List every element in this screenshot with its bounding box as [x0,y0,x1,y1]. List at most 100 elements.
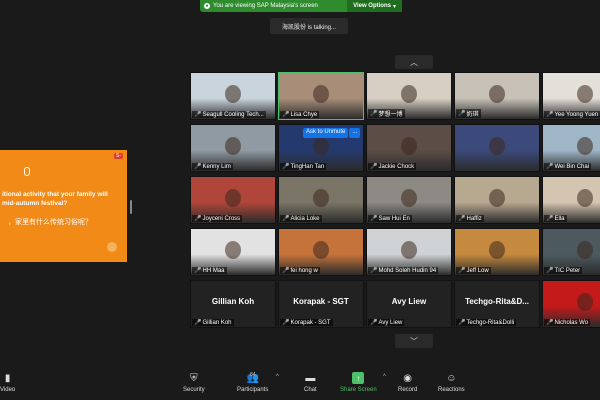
participant-silhouette [313,241,329,259]
shared-screen-view[interactable]: S- itional activity that your family wil… [0,150,127,262]
participant-tile[interactable]: Gillian Koh 🎤 Gillian Koh [190,280,276,328]
muted-mic-icon: 🎤 [546,216,554,222]
share-screen-icon: ↑ [352,372,365,384]
participant-name-label: 🎤 Haffiz [456,215,484,222]
participant-name-text: Jeff Low [466,267,489,274]
participant-name-label: 🎤 Nicholas Wo [544,319,591,326]
split-view-resize-handle[interactable] [130,200,132,214]
chat-button[interactable]: ▬ Chat [304,372,317,394]
participant-name-text: Ella [554,215,565,222]
participant-silhouette [401,189,417,207]
participant-tile[interactable] [454,124,540,172]
muted-mic-icon: 🎤 [282,164,290,170]
participants-caret-icon[interactable]: ^ [276,374,279,380]
zoom-meeting-window: ● You are viewing SAP Malaysia's screen … [0,0,600,400]
participant-tile[interactable]: 🎤 HH Maa [190,228,276,276]
participant-tile[interactable]: 🎤 Wei Bin Chai [542,124,600,172]
participant-tile[interactable]: 🎤 Lisa Chye [278,72,364,120]
participant-name-text: Gillian Koh [202,319,232,326]
video-camera-icon: ▮ [4,372,11,384]
participant-tile[interactable]: 🎤 Jeff Low [454,228,540,276]
participant-name-text: Avy Liew [378,319,403,326]
participant-video [455,125,539,171]
participant-tile[interactable]: 🎤 TIC Peter [542,228,600,276]
participant-tile[interactable]: 🎤 Yee Yoong Yuen [542,72,600,120]
reactions-button[interactable]: ☺ Reactions [438,372,465,394]
participant-silhouette [225,85,241,103]
participant-tile[interactable]: 🎤 Seagull Cooling Tech... [190,72,276,120]
participant-silhouette [401,137,417,155]
muted-mic-icon: 🎤 [458,268,466,274]
participant-name-text: 梦想一博 [378,112,403,118]
chevron-up-icon: ︿ [410,57,418,67]
share-screen-button[interactable]: ↑ Share Screen [340,372,377,393]
participant-tile[interactable]: Korapak - SGT 🎤 Korapak - SGT [278,280,364,328]
participant-tile[interactable]: Techgo-Rita&D... 🎤 Techgo-Rita&Dolli [454,280,540,328]
muted-mic-icon: 🎤 [370,111,378,117]
participant-display-name: Gillian Koh [211,297,255,306]
participant-display-name: Avy Liew [391,297,427,306]
gallery-scroll-down-button[interactable]: ﹀ [395,334,433,348]
participant-name-text: Joyceni Cross [202,215,241,222]
chat-bubble-icon: ▬ [305,372,316,384]
muted-mic-icon: 🎤 [546,112,554,118]
participant-tile[interactable]: 🎤 奶琪 [454,72,540,120]
participant-name-text: Alicia Loke [290,215,320,222]
participant-silhouette [313,85,329,103]
participant-name-text: HH Maa [202,267,225,274]
share-caret-icon[interactable]: ^ [383,374,386,380]
participant-name-label: 🎤 Saw Hui En [368,215,412,222]
muted-mic-icon: 🎤 [546,320,554,326]
meeting-toolbar: ▮ Video ⛨ Security 👥 84 Participants ^ ▬… [0,368,600,400]
muted-mic-icon: 🎤 [458,320,466,326]
participant-silhouette [577,293,593,311]
video-button[interactable]: ▮ Video [0,372,16,394]
participant-tile[interactable]: 🎤 Joyceni Cross [190,176,276,224]
participant-name-text: Haffiz [466,215,482,222]
participant-tile[interactable]: 🎤 Kenny Lim [190,124,276,172]
security-button[interactable]: ⛨ Security [183,372,205,394]
screen-share-banner: ● You are viewing SAP Malaysia's screen … [200,0,402,12]
participant-tile[interactable]: 🎤 Jackie Chock [366,124,452,172]
participant-tile[interactable]: 🎤 Haffiz [454,176,540,224]
record-button[interactable]: ◉ Record [398,372,417,394]
participant-silhouette [225,189,241,207]
participant-silhouette [401,241,417,259]
lantern-decoration [107,242,117,252]
muted-mic-icon: 🎤 [458,111,466,117]
gallery-scroll-up-button[interactable]: ︿ [395,55,433,69]
participant-name-text: Wei Bin Chai [554,163,590,170]
participant-tile[interactable]: 🎤 Alicia Loke [278,176,364,224]
participant-name-text: Jackie Chock [378,163,415,170]
participant-name-label: 🎤 奶琪 [456,109,481,118]
participant-silhouette [489,189,505,207]
participant-name-text: 奶琪 [466,112,479,118]
shield-icon: ⛨ [190,372,198,384]
participant-tile[interactable]: 🎤 Ella [542,176,600,224]
talking-indicator: 海凯股份 is talking... [270,18,348,34]
participant-tile[interactable]: 🎤 fei hong w [278,228,364,276]
participant-name-label: 🎤 TIC Peter [544,267,583,274]
participant-silhouette [577,85,593,103]
participant-name-text: Korapak - SGT [290,319,331,326]
participant-tile[interactable]: Avy Liew 🎤 Avy Liew [366,280,452,328]
participant-tile[interactable]: 🎤 Nicholas Wo [542,280,600,328]
muted-mic-icon: 🎤 [370,320,378,326]
muted-mic-icon: 🎤 [194,164,202,170]
muted-mic-icon: 🎤 [194,216,202,222]
participant-name-text: Kenny Lim [202,163,231,170]
participants-button[interactable]: 👥 84 Participants [237,372,268,393]
muted-mic-icon: 🎤 [370,268,378,274]
ask-to-unmute-button[interactable]: Ask to Unmute [303,128,349,138]
microphone-icon [24,167,30,176]
participant-tile[interactable]: 🎤 Mohd Soleh Hudin 94 [366,228,452,276]
share-indicator-icon: ● [204,3,210,9]
view-options-button[interactable]: View Options ▾ [347,0,402,12]
video-label: Video [0,387,16,393]
view-options-label: View Options [353,3,391,9]
participant-tile[interactable]: 🎤 Saw Hui En [366,176,452,224]
more-options-button[interactable]: ... [349,128,361,138]
participant-tile[interactable]: 🎤 梦想一博 [366,72,452,120]
chevron-down-icon: ﹀ [410,336,418,346]
participant-name-text: Techgo-Rita&Dolli [466,319,515,326]
